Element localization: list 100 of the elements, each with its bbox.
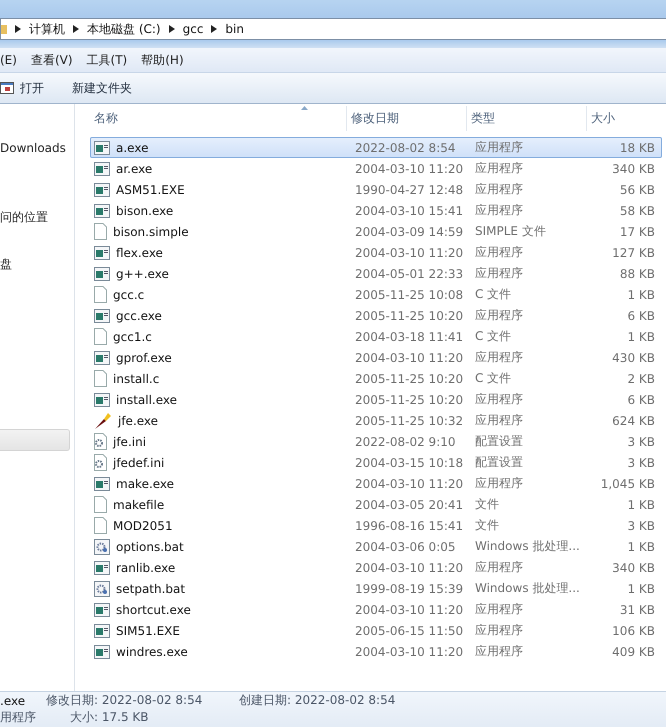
column-header[interactable]: 大小 [587,106,662,131]
file-row[interactable]: ranlib.exe 2004-03-10 11:20 应用程序 340 KB [90,557,662,578]
file-size: 3 KB [626,518,656,532]
modified-date: 2004-03-18 11:41 [354,330,464,344]
file-type: Windows 批处理... [474,538,581,555]
file-row[interactable]: make.exe 2004-03-10 11:20 应用程序 1,045 KB [90,473,662,494]
file-size: 56 KB [618,182,656,196]
file-type: SIMPLE 文件 [474,223,547,240]
file-name: makefile [113,498,164,512]
status-text: 创建日期: 2022-08-02 8:54 [239,692,396,709]
file-row[interactable]: setpath.bat 1999-08-19 15:39 Windows 批处理... 1 KB [90,578,662,599]
file-size: 1 KB [626,288,656,302]
file-row[interactable]: a.exe 2022-08-02 8:54 应用程序 18 KB [90,137,662,158]
modified-date: 2005-11-25 10:32 [354,414,464,428]
chevron-icon[interactable] [15,25,21,33]
file-size: 17 KB [618,224,656,238]
file-row[interactable]: gcc1.c 2004-03-18 11:41 C 文件 1 KB [90,326,662,347]
file-name: SIM51.EXE [116,624,180,638]
file-size: 3 KB [626,456,656,470]
file-size: 340 KB [611,162,656,176]
modified-date: 2005-11-25 10:20 [354,392,464,406]
modified-date: 2022-08-02 9:10 [354,434,456,448]
file-name: g++.exe [116,266,169,280]
file-type: 应用程序 [474,643,524,660]
file-name: install.exe [116,392,178,406]
file-row[interactable]: ar.exe 2004-03-10 11:20 应用程序 340 KB [90,158,662,179]
breadcrumb[interactable]: gcc [182,22,204,36]
sidebar-item[interactable]: 问的位置 [0,209,48,226]
modified-date: 2004-03-10 11:20 [354,560,464,574]
file-size: 58 KB [618,204,656,218]
file-name: gcc.c [113,288,144,302]
file-name: setpath.bat [116,582,186,596]
application-icon [94,476,110,490]
file-row[interactable]: g++.exe 2004-05-01 22:33 应用程序 88 KB [90,263,662,284]
file-row[interactable]: jfedef.ini 2004-03-15 10:18 配置设置 3 KB [90,452,662,473]
chevron-icon[interactable] [168,25,175,33]
breadcrumb[interactable]: 计算机 [29,20,65,38]
file-name: ASM51.EXE [116,182,185,196]
file-row[interactable]: SIM51.EXE 2005-06-15 11:50 应用程序 106 KB [90,620,662,641]
application-icon [94,246,110,260]
file-name: jfe.ini [113,434,146,448]
file-type: 应用程序 [474,622,524,639]
new-folder-button[interactable]: 新建文件夹 [68,78,136,98]
file-row[interactable]: shortcut.exe 2004-03-10 11:20 应用程序 31 KB [90,599,662,620]
open-button[interactable]: 打开 [0,78,48,98]
status-text: 用程序 [0,709,37,726]
file-row[interactable]: MOD2051 1996-08-16 15:41 文件 3 KB [90,515,662,536]
file-type: C 文件 [474,370,512,387]
column-header[interactable]: 类型 [467,106,587,131]
application-icon [94,392,110,406]
breadcrumb[interactable]: 本地磁盘 (C:) [87,20,161,38]
modified-date: 2005-11-25 10:20 [354,308,464,322]
file-name: gcc1.c [113,330,152,344]
file-name: MOD2051 [113,518,173,532]
address-bar[interactable]: 计算机 本地磁盘 (C:) gcc bin [0,18,666,40]
folder-icon [1,23,7,35]
menu-item[interactable]: 工具(T) [80,52,134,68]
file-row[interactable]: makefile 2004-03-05 20:41 文件 1 KB [90,494,662,515]
menu-item[interactable]: 帮助(H) [134,52,191,68]
file-row[interactable]: options.bat 2004-03-06 0:05 Windows 批处理... 1 KB [90,536,662,557]
document-icon [94,223,107,240]
sidebar-item[interactable]: 盘 [0,256,12,273]
file-row[interactable]: jfe.ini 2022-08-02 9:10 配置设置 3 KB [90,431,662,452]
file-type: 应用程序 [474,160,524,177]
file-size: 88 KB [618,266,656,280]
file-row[interactable]: gcc.exe 2005-11-25 10:20 应用程序 6 KB [90,305,662,326]
modified-date: 2004-03-10 11:20 [354,476,464,490]
chevron-icon[interactable] [211,25,218,33]
file-row[interactable]: flex.exe 2004-03-10 11:20 应用程序 127 KB [90,242,662,263]
column-header[interactable]: 修改日期 [347,106,467,131]
file-name: jfe.exe [118,414,158,428]
file-size: 6 KB [626,308,656,322]
file-type: 配置设置 [474,433,524,450]
document-icon [94,328,107,345]
file-row[interactable]: jfe.exe 2005-11-25 10:32 应用程序 624 KB [90,410,662,431]
file-size: 409 KB [611,644,656,658]
sidebar-item[interactable]: Downloads [0,141,66,155]
file-row[interactable]: bison.simple 2004-03-09 14:59 SIMPLE 文件 17 KB [90,221,662,242]
menu-item[interactable]: 查看(V) [24,52,80,68]
document-icon [94,517,107,534]
file-row[interactable]: gcc.c 2005-11-25 10:08 C 文件 1 KB [90,284,662,305]
modified-date: 2004-03-09 14:59 [354,224,464,238]
file-row[interactable]: ASM51.EXE 1990-04-27 12:48 应用程序 56 KB [90,179,662,200]
modified-date: 2004-03-10 11:20 [354,644,464,658]
file-row[interactable]: install.c 2005-11-25 10:20 C 文件 2 KB [90,368,662,389]
file-row[interactable]: bison.exe 2004-03-10 15:41 应用程序 58 KB [90,200,662,221]
file-size: 2 KB [626,372,656,386]
document-icon [94,496,107,513]
breadcrumb[interactable]: bin [225,22,244,36]
file-row[interactable]: install.exe 2005-11-25 10:20 应用程序 6 KB [90,389,662,410]
file-row[interactable]: windres.exe 2004-03-10 11:20 应用程序 409 KB [90,641,662,662]
file-type: 配置设置 [474,454,524,471]
file-size: 127 KB [611,246,656,260]
application-icon [94,308,110,322]
file-row[interactable]: gprof.exe 2004-03-10 11:20 应用程序 430 KB [90,347,662,368]
file-type: 文件 [474,496,500,513]
settings-file-icon [94,433,107,450]
chevron-icon[interactable] [73,25,79,33]
menu-item[interactable]: (E) [0,53,24,67]
file-size: 1 KB [626,582,656,596]
